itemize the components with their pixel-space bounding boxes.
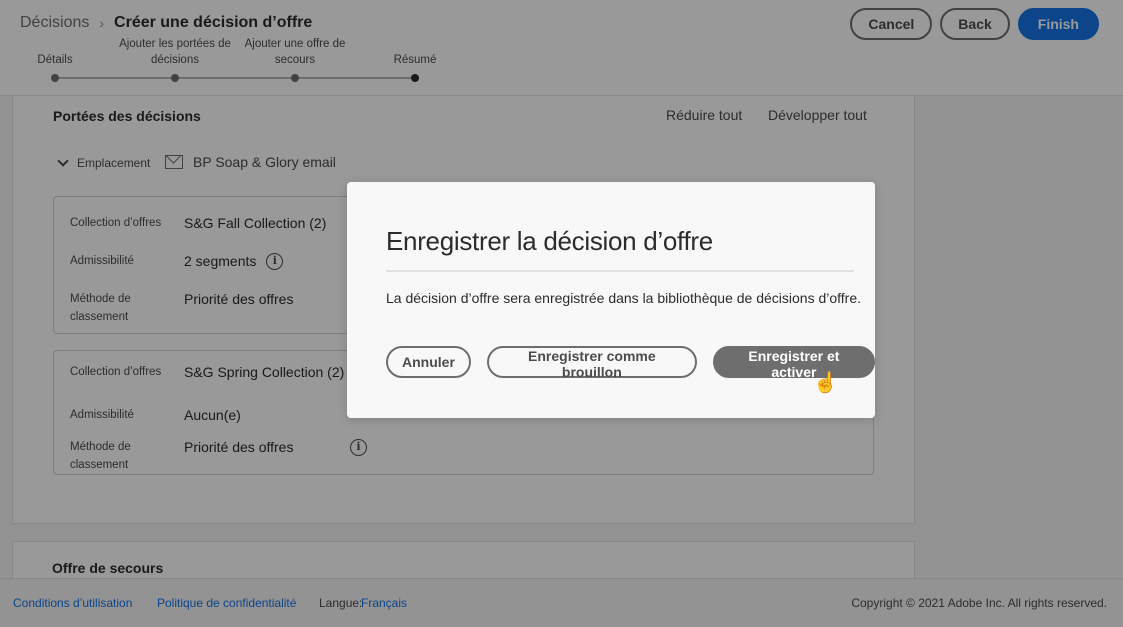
modal-overlay[interactable]: Enregistrer la décision d’offre La décis…	[0, 0, 1123, 627]
dialog-actions: Annuler Enregistrer comme brouillon Enre…	[386, 346, 875, 380]
save-and-activate-button[interactable]: Enregistrer et activer	[712, 346, 875, 380]
dialog-body: La décision d’offre sera enregistrée dan…	[386, 290, 862, 306]
hand-cursor-icon: ☝	[813, 372, 838, 394]
save-offer-decision-dialog: Enregistrer la décision d’offre La décis…	[347, 182, 875, 418]
save-as-draft-button[interactable]: Enregistrer comme brouillon	[486, 346, 697, 380]
dialog-divider	[386, 270, 854, 272]
dialog-cancel-button[interactable]: Annuler	[386, 346, 471, 378]
dialog-title: Enregistrer la décision d’offre	[386, 226, 713, 256]
